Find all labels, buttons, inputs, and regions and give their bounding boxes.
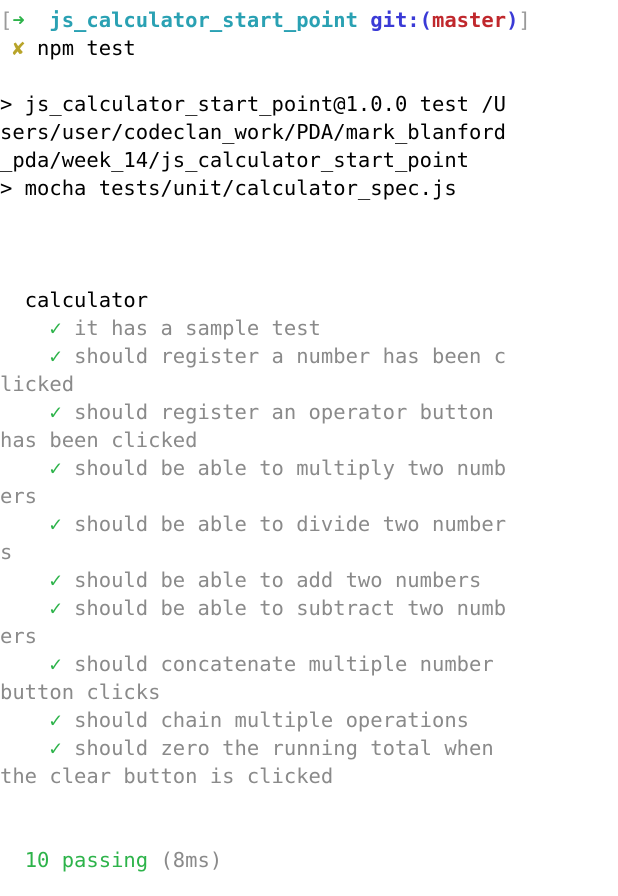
test-title-wrap: s: [0, 540, 13, 564]
script-output-line: sers/user/codeclan_work/PDA/mark_blanfor…: [0, 120, 507, 144]
test-title: should register an operator button: [74, 400, 494, 424]
prompt-open-bracket: [: [0, 8, 13, 32]
script-output-line: > mocha tests/unit/calculator_spec.js: [0, 176, 457, 200]
test-title: should be able to subtract two numb: [74, 596, 507, 620]
test-result-item: ✓ should chain multiple operations: [0, 706, 618, 734]
checkmark-icon: ✓: [49, 400, 62, 424]
test-duration: (8ms): [160, 848, 223, 872]
checkmark-icon: ✓: [49, 596, 62, 620]
test-title: should chain multiple operations: [74, 708, 470, 732]
checkmark-icon: ✓: [49, 652, 62, 676]
prompt-close-bracket: ]: [518, 8, 531, 32]
git-paren-close: ): [506, 8, 519, 32]
command-text: npm test: [37, 36, 136, 60]
test-result-item: ✓ should be able to add two numbers: [0, 566, 618, 594]
error-x-icon: ✘: [12, 36, 25, 60]
test-title-wrap: ers: [0, 624, 38, 648]
test-result-item: ✓ it has a sample test: [0, 314, 618, 342]
test-title: should be able to divide two number: [74, 512, 507, 536]
test-result-item: ✓ should be able to multiply two numb: [0, 454, 618, 482]
test-result-item: ✓ should register a number has been c: [0, 342, 618, 370]
suite-title: calculator: [24, 288, 149, 312]
test-title: should zero the running total when: [74, 736, 494, 760]
test-title: it has a sample test: [74, 316, 321, 340]
summary-line: 10 passing (8ms): [0, 846, 618, 874]
git-label: git:: [370, 8, 420, 32]
git-branch: master: [432, 8, 507, 32]
test-title-wrap: licked: [0, 372, 75, 396]
test-result-item: ✓ should be able to subtract two numb: [0, 594, 618, 622]
checkmark-icon: ✓: [49, 316, 62, 340]
checkmark-icon: ✓: [49, 736, 62, 760]
test-result-item: ✓ should concatenate multiple number: [0, 650, 618, 678]
checkmark-icon: ✓: [49, 568, 62, 592]
checkmark-icon: ✓: [49, 708, 62, 732]
test-title-wrap: button clicks: [0, 680, 161, 704]
passing-count: 10 passing: [24, 848, 149, 872]
checkmark-icon: ✓: [49, 512, 62, 536]
test-result-item: ✓ should be able to divide two number: [0, 510, 618, 538]
current-directory: js_calculator_start_point: [49, 8, 358, 32]
shell-prompt: [➜ js_calculator_start_point git:(master…: [0, 6, 618, 34]
test-title: should be able to multiply two numb: [74, 456, 507, 480]
test-result-item: ✓ should zero the running total when: [0, 734, 618, 762]
terminal-window[interactable]: [➜ js_calculator_start_point git:(master…: [0, 6, 618, 896]
checkmark-icon: ✓: [49, 344, 62, 368]
suite-title-line: calculator: [0, 286, 618, 314]
script-output-line: > js_calculator_start_point@1.0.0 test /…: [0, 92, 507, 116]
test-results-list: ✓ it has a sample test ✓ should register…: [0, 314, 618, 790]
test-title: should register a number has been c: [74, 344, 507, 368]
command-line: ✘ npm test: [0, 34, 618, 62]
test-title-wrap: the clear button is clicked: [0, 764, 334, 788]
test-result-item: ✓ should register an operator button: [0, 398, 618, 426]
test-title: should concatenate multiple number: [74, 652, 494, 676]
test-title: should be able to add two numbers: [74, 568, 482, 592]
prompt-arrow-icon: ➜: [12, 8, 25, 32]
git-paren-open: (: [419, 8, 432, 32]
script-output-line: _pda/week_14/js_calculator_start_point: [0, 148, 469, 172]
checkmark-icon: ✓: [49, 456, 62, 480]
test-title-wrap: has been clicked: [0, 428, 198, 452]
test-title-wrap: ers: [0, 484, 38, 508]
